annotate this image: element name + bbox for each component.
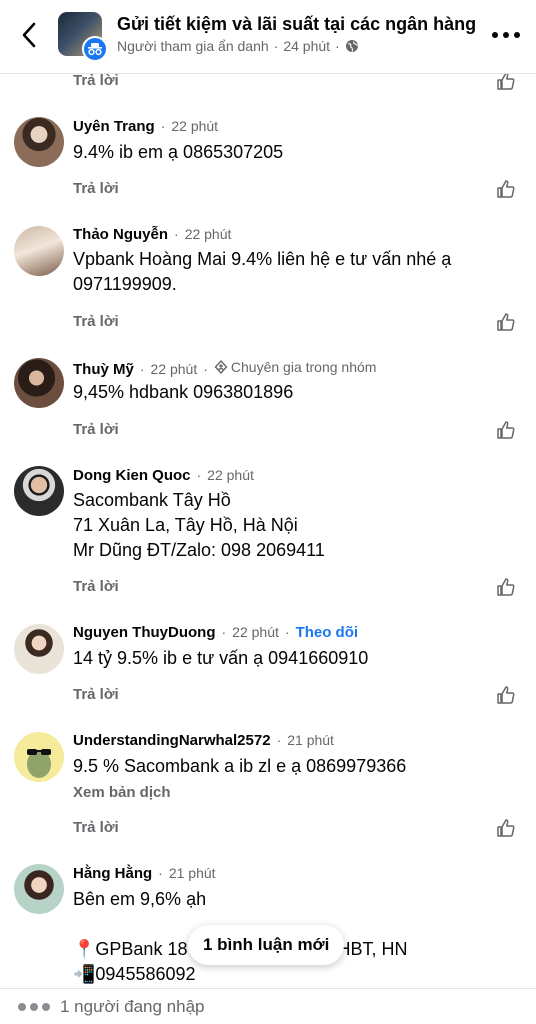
back-button[interactable] <box>14 20 44 50</box>
post-meta: Người tham gia ẩn danh · 24 phút · <box>117 38 359 54</box>
comment-text: 9.5 % Sacombank a ib zl e ạ 0869979366 <box>73 754 513 779</box>
comment-line: 14 tỷ 9.5% ib e tư vấn ạ 0941660910 <box>73 648 369 668</box>
post-header: Gửi tiết kiệm và lãi suất tại các ngân h… <box>0 0 536 74</box>
reply-button[interactable]: Trả lời <box>73 421 119 438</box>
comment-text: Vpbank Hoàng Mai 9.4% liên hệ e tư vấn n… <box>73 247 513 297</box>
comment-time-sep: · <box>203 361 208 377</box>
comment-time[interactable]: 22 phút <box>151 361 198 377</box>
comment-time-sep: · <box>276 732 282 748</box>
like-icon[interactable] <box>496 71 516 91</box>
avatar[interactable] <box>14 117 64 167</box>
like-icon[interactable] <box>496 179 516 199</box>
avatar[interactable] <box>14 226 64 276</box>
comment-line: 9,45% hdbank 0963801896 <box>73 382 294 402</box>
comment-time[interactable]: 22 phút <box>171 118 218 134</box>
avatar[interactable] <box>14 466 64 516</box>
chevron-left-icon <box>22 22 36 48</box>
comment-line: Vpbank Hoàng Mai 9.4% liên hệ e tư vấn n… <box>73 249 452 269</box>
comment-time-sep: · <box>221 624 227 640</box>
commenter-name[interactable]: UnderstandingNarwhal2572 <box>73 732 271 749</box>
reply-button[interactable]: Trả lời <box>73 578 119 595</box>
comment-header: Hằng Hằng · 21 phút <box>73 865 216 882</box>
comment-line: Bên em 9,6% ạh <box>73 889 207 909</box>
comment-line: 0971199909. <box>73 274 177 294</box>
comment-header: Thảo Nguyễn · 22 phút <box>73 226 231 243</box>
comment-time-sep: · <box>196 467 202 483</box>
comment-line: Sacombank Tây Hồ <box>73 490 231 510</box>
like-icon[interactable] <box>496 818 516 838</box>
commenter-name[interactable]: Thảo Nguyễn <box>73 226 168 243</box>
follow-button[interactable]: Theo dõi <box>296 624 359 641</box>
more-options-button[interactable] <box>492 24 520 46</box>
reply-button[interactable]: Trả lời <box>73 72 119 89</box>
comment-line: Mr Dũng ĐT/Zalo: 098 2069411 <box>73 540 325 560</box>
avatar[interactable] <box>14 732 64 782</box>
comment-line: 71 Xuân La, Tây Hồ, Hà Nội <box>73 515 298 535</box>
comment-time-sep: · <box>160 118 166 134</box>
globe-icon <box>345 40 358 52</box>
see-translation-button[interactable]: Xem bản dịch <box>73 784 171 801</box>
comment-line: 📲0945586092 <box>73 964 196 984</box>
comment-header: UnderstandingNarwhal2572 · 21 phút <box>73 732 334 749</box>
commenter-name[interactable]: Dong Kien Quoc <box>73 467 191 484</box>
comment-text: 14 tỷ 9.5% ib e tư vấn ạ 0941660910 <box>73 646 513 671</box>
new-comments-button[interactable]: 1 bình luận mới <box>188 925 345 965</box>
commenter-name[interactable]: Nguyen ThuyDuong <box>73 624 216 641</box>
like-icon[interactable] <box>496 420 516 440</box>
comment-time[interactable]: 21 phút <box>287 732 334 748</box>
reply-button[interactable]: Trả lời <box>73 313 119 330</box>
comment-time[interactable]: 22 phút <box>232 624 279 640</box>
expert-badge-label: Chuyên gia trong nhóm <box>230 359 377 375</box>
group-avatar[interactable] <box>58 12 108 62</box>
comment-time[interactable]: 21 phút <box>169 865 216 881</box>
narwhal-avatar-icon <box>27 749 51 778</box>
reply-button[interactable]: Trả lời <box>73 686 119 703</box>
expert-badge: Chuyên gia trong nhóm <box>214 359 377 375</box>
comment-time[interactable]: 22 phút <box>185 226 232 242</box>
post-title: Gửi tiết kiệm và lãi suất tại các ngân h… <box>117 14 477 34</box>
expert-badge-icon <box>214 360 228 374</box>
like-icon[interactable] <box>496 685 516 705</box>
comment-header: Nguyen ThuyDuong · 22 phút · Theo dõi <box>73 624 358 641</box>
comment-line-part: HBT, HN <box>337 939 408 959</box>
avatar[interactable] <box>14 624 64 674</box>
commenter-name[interactable]: Hằng Hằng <box>73 865 152 882</box>
comment-header: Dong Kien Quoc · 22 phút <box>73 467 254 484</box>
anonymous-icon <box>82 36 108 62</box>
avatar[interactable] <box>14 864 64 914</box>
comment-time-sep: · <box>158 865 163 881</box>
comment-line: 9.4% ib em ạ 0865307205 <box>73 142 284 162</box>
post-time: 24 phút <box>283 38 331 54</box>
post-author: Người tham gia ẩn danh <box>117 38 269 54</box>
commenter-name[interactable]: Uyên Trang <box>73 118 155 135</box>
comment-line: 9.5 % Sacombank a ib zl e ạ 0869979366 <box>73 756 407 776</box>
comment-header: Thuỳ Mỹ · 22 phút · Chuyên gia trong nhó… <box>73 359 376 378</box>
like-icon[interactable] <box>496 577 516 597</box>
comment-time-sep: · <box>174 226 179 242</box>
comment-time[interactable]: 22 phút <box>207 467 254 483</box>
commenter-name[interactable]: Thuỳ Mỹ <box>73 361 134 378</box>
comment-text: 9,45% hdbank 0963801896 <box>73 380 513 405</box>
comment-text: Sacombank Tây Hồ 71 Xuân La, Tây Hồ, Hà … <box>73 488 513 563</box>
like-icon[interactable] <box>496 312 516 332</box>
comment-line-part: 📍GPBank 18 <box>73 939 188 959</box>
typing-indicator: 1 người đang nhập <box>0 988 536 1024</box>
comment-text: 9.4% ib em ạ 0865307205 <box>73 140 513 165</box>
reply-button[interactable]: Trả lời <box>73 180 119 197</box>
typing-dots-icon <box>18 1002 50 1011</box>
meta-separator: · <box>335 38 340 54</box>
comment-time-sep: · <box>284 624 290 640</box>
comment-time-sep: · <box>139 361 145 377</box>
avatar[interactable] <box>14 358 64 408</box>
reply-button[interactable]: Trả lời <box>73 819 119 836</box>
typing-text: 1 người đang nhập <box>60 996 205 1016</box>
meta-separator: · <box>273 38 279 54</box>
comment-header: Uyên Trang · 22 phút <box>73 118 218 135</box>
